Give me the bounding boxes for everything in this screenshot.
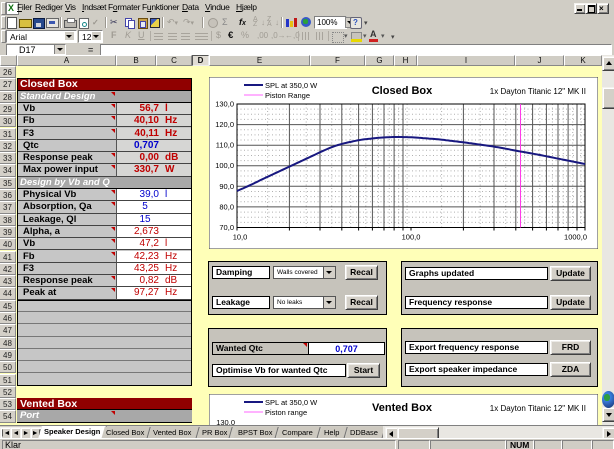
svg-text:100,0: 100,0 <box>402 233 421 242</box>
svg-text:120,0: 120,0 <box>215 120 234 129</box>
svg-text:SPL at 350,0 W: SPL at 350,0 W <box>265 81 318 90</box>
svg-text:130,0: 130,0 <box>215 100 234 109</box>
svg-text:90,0: 90,0 <box>219 182 234 191</box>
svg-text:70,0: 70,0 <box>219 223 234 232</box>
svg-text:10,0: 10,0 <box>233 233 248 242</box>
svg-text:Piston range: Piston range <box>265 408 307 417</box>
svg-text:130,0: 130,0 <box>216 418 235 425</box>
svg-text:80,0: 80,0 <box>219 202 234 211</box>
svg-text:1x Dayton Titanic 12" MK II: 1x Dayton Titanic 12" MK II <box>490 404 586 413</box>
svg-text:1000,0: 1000,0 <box>564 233 587 242</box>
svg-text:SPL at 350,0 W: SPL at 350,0 W <box>265 398 318 407</box>
svg-text:1x Dayton Titanic 12" MK II: 1x Dayton Titanic 12" MK II <box>490 87 586 96</box>
svg-text:Closed Box: Closed Box <box>372 85 433 97</box>
svg-text:100,0: 100,0 <box>215 161 234 170</box>
svg-text:110,0: 110,0 <box>216 141 234 150</box>
svg-text:Piston Range: Piston Range <box>265 91 310 100</box>
svg-text:Vented Box: Vented Box <box>372 402 433 414</box>
